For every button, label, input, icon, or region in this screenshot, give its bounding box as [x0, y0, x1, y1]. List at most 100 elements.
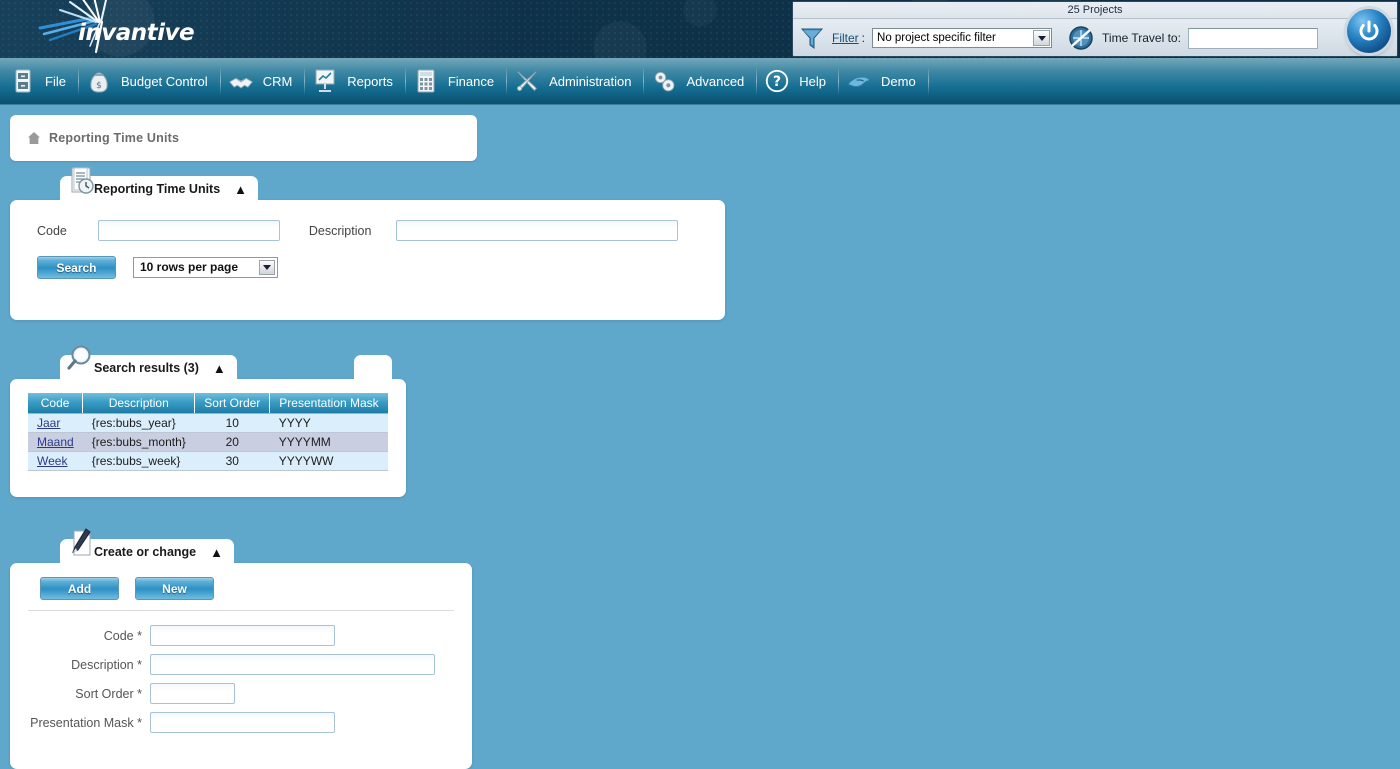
tools-icon — [514, 67, 540, 95]
form-divider — [28, 610, 454, 611]
chevron-up-icon[interactable]: ▲ — [234, 183, 247, 196]
menu-item-administration[interactable]: Administration — [510, 59, 640, 104]
results-panel-tab[interactable]: Search results (3) ▲ — [60, 355, 237, 381]
results-panel-body: Code Description Sort Order Presentation… — [10, 379, 406, 497]
panel-title: Create or change — [94, 545, 196, 559]
cell-description: {res:bubs_year} — [83, 414, 195, 433]
chevron-up-icon[interactable]: ▲ — [210, 546, 223, 559]
new-button-label: New — [162, 582, 187, 596]
menu-label: CRM — [263, 74, 293, 89]
menu-divider — [304, 68, 305, 94]
project-filter-select[interactable]: No project specific filter — [872, 28, 1052, 48]
cell-description: {res:bubs_week} — [83, 452, 195, 471]
question-circle-icon: ? — [764, 67, 790, 95]
cell-code[interactable]: Week — [28, 452, 83, 471]
pencil-document-icon — [62, 525, 102, 565]
column-header-sort-order[interactable]: Sort Order — [195, 393, 270, 414]
reporting-time-units-search-panel: Reporting Time Units ▲ Code Description … — [10, 176, 725, 321]
menu-divider — [838, 68, 839, 94]
menu-item-demo[interactable]: Demo — [842, 59, 925, 104]
money-bag-icon: $ — [86, 67, 112, 95]
create-sort-order-input[interactable] — [150, 683, 235, 704]
menu-item-reports[interactable]: Reports — [308, 59, 402, 104]
create-presentation-mask-input[interactable] — [150, 712, 335, 733]
menu-item-file[interactable]: File — [6, 59, 75, 104]
chevron-down-icon[interactable] — [259, 260, 275, 275]
gears-icon — [651, 67, 677, 95]
home-icon — [27, 131, 41, 145]
cell-presentation-mask: YYYY — [270, 414, 388, 433]
results-panel-tab-blank — [354, 355, 392, 381]
clock-globe-icon — [1067, 24, 1095, 52]
menu-item-help[interactable]: ? Help — [760, 59, 835, 104]
search-code-input[interactable] — [98, 220, 280, 241]
menu-divider — [78, 68, 79, 94]
filter-colon: : — [862, 31, 865, 45]
project-filter-box: 25 Projects Filter : No project specific… — [792, 1, 1398, 57]
field-label: Sort Order * — [10, 687, 150, 701]
magnifier-icon — [62, 341, 102, 381]
search-panel-tab[interactable]: Reporting Time Units ▲ — [60, 176, 258, 202]
create-code-input[interactable] — [150, 625, 335, 646]
search-description-input[interactable] — [396, 220, 678, 241]
create-panel-tab[interactable]: Create or change ▲ — [60, 539, 234, 565]
table-row[interactable]: Week {res:bubs_week} 30 YYYYWW — [28, 452, 388, 471]
add-button-label: Add — [68, 582, 91, 596]
menu-item-advanced[interactable]: Advanced — [647, 59, 753, 104]
menu-divider — [928, 68, 929, 94]
handshake-icon — [228, 67, 254, 95]
field-label: Code * — [10, 629, 150, 643]
chevron-up-icon[interactable]: ▲ — [213, 362, 226, 375]
panel-title: Search results (3) — [94, 361, 199, 375]
cell-code[interactable]: Maand — [28, 433, 83, 452]
row-code-link[interactable]: Week — [37, 454, 67, 468]
svg-text:$: $ — [96, 81, 102, 91]
breadcrumb[interactable]: Reporting Time Units — [10, 115, 477, 161]
logout-power-button[interactable] — [1347, 9, 1391, 53]
table-row[interactable]: Maand {res:bubs_month} 20 YYYYMM — [28, 433, 388, 452]
time-travel-input[interactable] — [1188, 28, 1318, 49]
column-header-description[interactable]: Description — [83, 393, 195, 414]
new-button: New — [135, 577, 214, 600]
row-code-link[interactable]: Maand — [37, 435, 74, 449]
menu-label: File — [45, 74, 66, 89]
menu-divider — [220, 68, 221, 94]
rows-per-page-select[interactable]: 10 rows per page — [133, 257, 278, 278]
svg-text:?: ? — [773, 74, 781, 90]
cell-description: {res:bubs_month} — [83, 433, 195, 452]
menu-item-crm[interactable]: CRM — [224, 59, 302, 104]
column-header-code[interactable]: Code — [28, 393, 83, 414]
app-header: invantive 25 Projects Filter : No projec… — [0, 0, 1400, 58]
dolphin-icon — [846, 67, 872, 95]
row-code-link[interactable]: Jaar — [37, 416, 60, 430]
calculator-icon — [413, 67, 439, 95]
breadcrumb-label: Reporting Time Units — [49, 131, 179, 145]
table-row[interactable]: Jaar {res:bubs_year} 10 YYYY — [28, 414, 388, 433]
menu-item-finance[interactable]: Finance — [409, 59, 503, 104]
brand-logo: invantive — [20, 0, 250, 58]
results-table: Code Description Sort Order Presentation… — [28, 393, 388, 471]
cell-code[interactable]: Jaar — [28, 414, 83, 433]
cell-presentation-mask: YYYYMM — [270, 433, 388, 452]
chevron-down-icon[interactable] — [1033, 30, 1050, 46]
filter-link[interactable]: Filter — [832, 31, 859, 45]
power-icon — [1356, 18, 1382, 44]
menu-label: Demo — [881, 74, 916, 89]
cell-sort-order: 30 — [195, 452, 270, 471]
table-header-row: Code Description Sort Order Presentation… — [28, 393, 388, 414]
menu-item-budget-control[interactable]: $ Budget Control — [82, 59, 217, 104]
rows-per-page-value: 10 rows per page — [140, 260, 238, 274]
cell-sort-order: 10 — [195, 414, 270, 433]
column-header-presentation-mask[interactable]: Presentation Mask — [270, 393, 388, 414]
menu-label: Finance — [448, 74, 494, 89]
create-panel-body: Add New Code * Description * Sort Order … — [10, 563, 472, 769]
brand-name: invantive — [78, 20, 194, 46]
description-label: Description — [309, 224, 372, 238]
document-clock-icon — [62, 162, 102, 202]
create-description-input[interactable] — [150, 654, 435, 675]
projects-count-label: 25 Projects — [793, 2, 1397, 19]
cell-presentation-mask: YYYYWW — [270, 452, 388, 471]
menu-divider — [643, 68, 644, 94]
funnel-icon — [799, 25, 825, 51]
form-field-code: Code * — [10, 625, 472, 646]
